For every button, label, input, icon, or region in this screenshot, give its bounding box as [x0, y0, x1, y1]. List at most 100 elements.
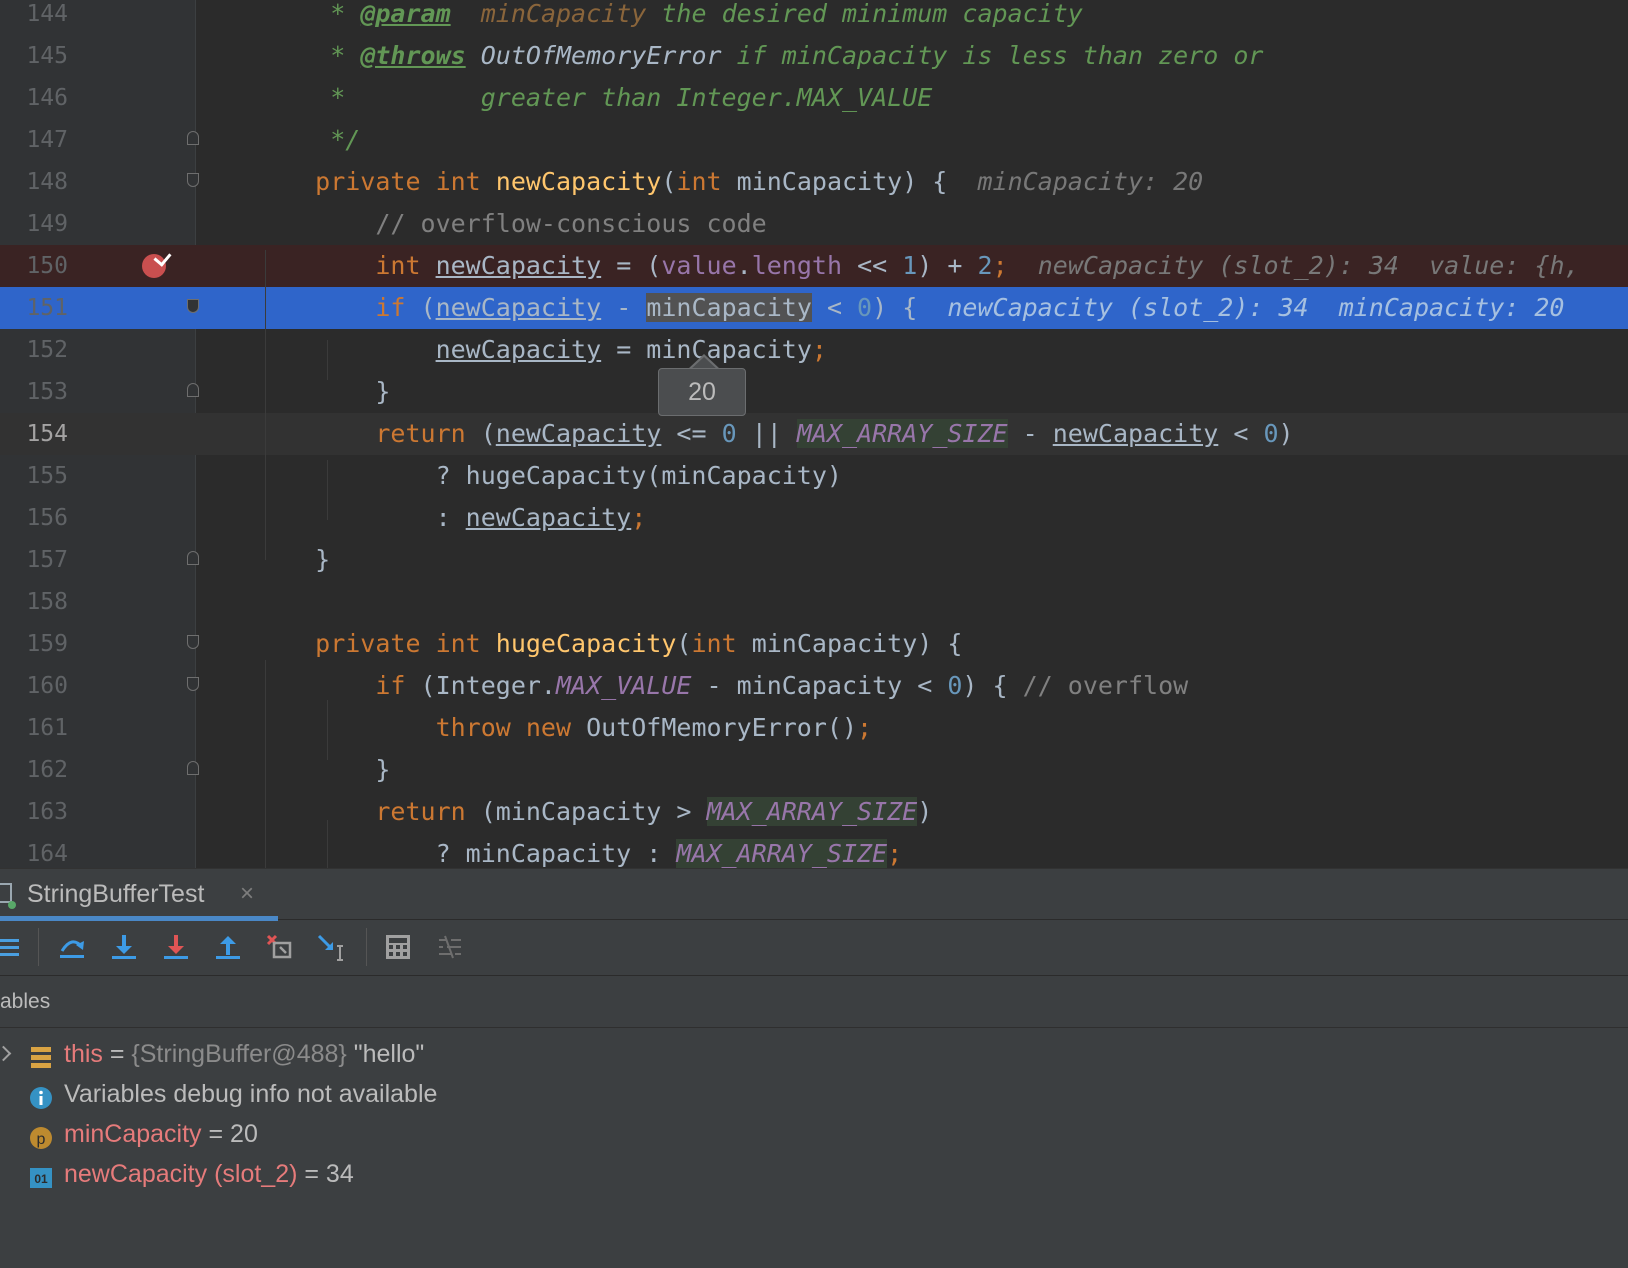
code-text: return (newCapacity <= 0 || MAX_ARRAY_SI… [375, 419, 1294, 448]
fold-icon[interactable] [187, 551, 199, 565]
fold-icon[interactable] [187, 131, 199, 145]
info-message: Variables debug info not available [64, 1080, 438, 1108]
value-tooltip: 20 [658, 368, 746, 416]
line-number: 144 [26, 1, 68, 27]
code-line[interactable]: 164 ? minCapacity : MAX_ARRAY_SIZE; [0, 833, 1628, 868]
code-line[interactable]: 156 : newCapacity; [0, 497, 1628, 539]
code-line[interactable]: 158 [0, 581, 1628, 623]
code-text: } [270, 545, 331, 574]
code-line[interactable]: 145 * @throws OutOfMemoryError if minCap… [0, 35, 1628, 77]
code-line[interactable]: 162 } [0, 749, 1628, 791]
indent-guide [265, 250, 266, 560]
code-line[interactable]: 144 * @param minCapacity the desired min… [0, 0, 1628, 35]
line-number: 150 [26, 253, 68, 279]
line-number: 163 [26, 799, 68, 825]
code-line[interactable]: 148 private int newCapacity(int minCapac… [0, 161, 1628, 203]
svg-text:01: 01 [34, 1172, 48, 1186]
line-number: 146 [26, 85, 68, 111]
variable-row-mincapacity[interactable]: p minCapacity = 20 [0, 1114, 1628, 1154]
variable-equals: = [102, 1040, 132, 1068]
indent-guide [327, 340, 328, 380]
code-line[interactable]: 160 if (Integer.MAX_VALUE - minCapacity … [0, 665, 1628, 707]
variables-label: ables [0, 990, 51, 1013]
step-into-icon[interactable] [108, 930, 140, 964]
variable-row-this[interactable]: this = {StringBuffer@488} "hello" [0, 1034, 1628, 1074]
tab-stringbuffertest[interactable]: StringBufferTest × [0, 869, 278, 921]
code-text: if (Integer.MAX_VALUE - minCapacity < 0)… [375, 671, 1189, 700]
debug-toolbar [0, 920, 1628, 976]
variable-row-newcapacity[interactable]: 01 newCapacity (slot_2) = 34 [0, 1154, 1628, 1194]
fold-icon[interactable] [187, 299, 199, 313]
fold-icon[interactable] [187, 173, 199, 187]
code-line[interactable]: 146 * greater than Integer.MAX_VALUE [0, 77, 1628, 119]
variable-text: minCapacity = 20 [64, 1114, 258, 1154]
line-number: 164 [26, 841, 68, 867]
code-line[interactable]: 150 int newCapacity = (value.length << 1… [0, 245, 1628, 287]
variables-header: ables [0, 976, 1628, 1028]
variable-value: = 20 [201, 1120, 258, 1148]
fold-icon[interactable] [187, 677, 199, 691]
code-text: ? minCapacity : MAX_ARRAY_SIZE; [270, 839, 903, 868]
toolbar-separator [366, 928, 367, 966]
layout-icon[interactable] [0, 930, 26, 964]
variable-text: this = {StringBuffer@488} "hello" [64, 1034, 424, 1074]
line-number: 151 [26, 295, 68, 321]
fold-icon[interactable] [187, 635, 199, 649]
line-number: 160 [26, 673, 68, 699]
code-line[interactable]: 161 throw new OutOfMemoryError(); [0, 707, 1628, 749]
line-number: 147 [26, 127, 68, 153]
code-line[interactable]: 157 } [0, 539, 1628, 581]
code-line[interactable]: 147 */ [0, 119, 1628, 161]
variable-name: this [64, 1040, 103, 1068]
running-indicator-icon [8, 901, 16, 909]
code-text: private int hugeCapacity(int minCapacity… [315, 629, 963, 658]
line-number: 161 [26, 715, 68, 741]
parameter-icon: p [29, 1122, 53, 1149]
line-number: 152 [26, 337, 68, 363]
debug-tab-bar: StringBufferTest × [0, 868, 1628, 921]
code-text: newCapacity = minCapacity; [435, 335, 827, 364]
trace-current-stream-icon[interactable] [434, 930, 466, 964]
indent-guide [327, 460, 328, 520]
tab-label: StringBufferTest [27, 880, 205, 908]
code-line[interactable]: 149 // overflow-conscious code [0, 203, 1628, 245]
code-line[interactable]: 152 newCapacity = minCapacity; [0, 329, 1628, 371]
step-over-icon[interactable] [56, 930, 88, 964]
code-line[interactable]: 159 private int hugeCapacity(int minCapa… [0, 623, 1628, 665]
line-number: 159 [26, 631, 68, 657]
code-text: ? hugeCapacity(minCapacity) [270, 461, 842, 490]
code-editor[interactable]: 144 * @param minCapacity the desired min… [0, 0, 1628, 868]
fold-icon[interactable] [187, 761, 199, 775]
line-number: 154 [26, 421, 68, 447]
code-text: } [270, 377, 391, 406]
variable-name: minCapacity [64, 1120, 202, 1148]
drop-frame-icon[interactable] [264, 930, 296, 964]
run-config-icon [0, 883, 12, 903]
variable-value: "hello" [346, 1040, 425, 1068]
field-icon [29, 1042, 53, 1068]
code-text: int newCapacity = (value.length << 1) + … [375, 251, 1580, 280]
toolbar-separator [38, 928, 39, 966]
fold-icon[interactable] [187, 383, 199, 397]
code-text: * greater than Integer.MAX_VALUE [330, 83, 933, 112]
run-to-cursor-icon[interactable] [316, 930, 348, 964]
indent-guide [327, 820, 328, 868]
code-line[interactable]: 163 return (minCapacity > MAX_ARRAY_SIZE… [0, 791, 1628, 833]
expand-icon[interactable] [0, 1045, 12, 1062]
force-step-into-icon[interactable] [160, 930, 192, 964]
line-number: 145 [26, 43, 68, 69]
local-variable-icon: 01 [29, 1162, 53, 1188]
close-icon[interactable]: × [240, 869, 254, 919]
code-line[interactable]: 154 return (newCapacity <= 0 || MAX_ARRA… [0, 413, 1628, 455]
line-number: 155 [26, 463, 68, 489]
code-line[interactable]: 151 if (newCapacity - minCapacity < 0) {… [0, 287, 1628, 329]
variable-row-info: Variables debug info not available [0, 1074, 1628, 1114]
code-line[interactable]: 155 ? hugeCapacity(minCapacity) [0, 455, 1628, 497]
variable-text: newCapacity (slot_2) = 34 [64, 1154, 354, 1194]
evaluate-expression-icon[interactable] [382, 930, 414, 964]
breakpoint-icon[interactable] [142, 248, 172, 278]
variable-value: = 34 [297, 1160, 354, 1188]
line-number: 157 [26, 547, 68, 573]
code-line[interactable]: 153 } [0, 371, 1628, 413]
step-out-icon[interactable] [212, 930, 244, 964]
